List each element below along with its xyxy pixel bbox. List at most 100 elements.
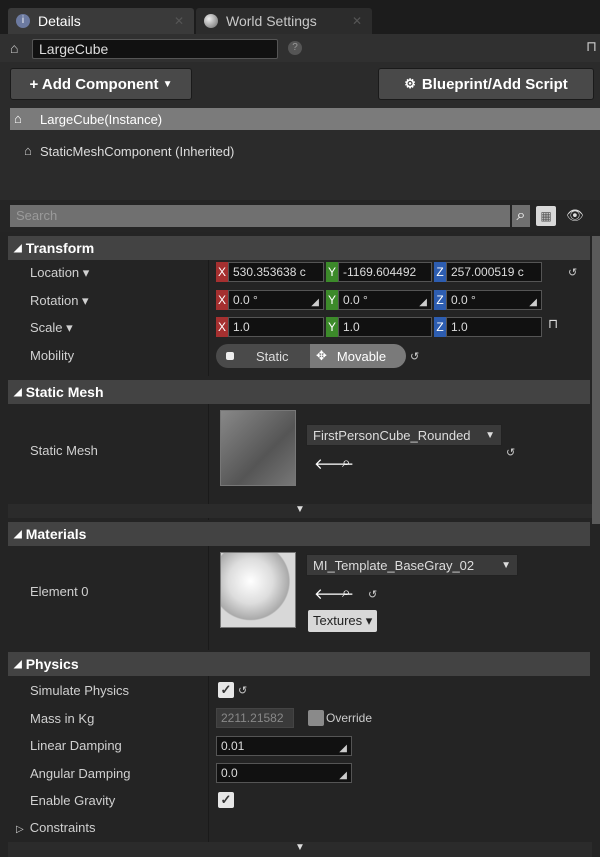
spin-icon: ◢ bbox=[311, 297, 319, 308]
collapse-icon: ◢ bbox=[14, 658, 22, 670]
tab-world-settings-label: World Settings bbox=[226, 13, 317, 29]
constraints-expander[interactable]: ▷ Constraints bbox=[16, 820, 95, 835]
scale-label-text: Scale bbox=[30, 320, 63, 335]
tab-details[interactable]: i Details ✕ bbox=[8, 8, 194, 34]
spin-icon: ◢ bbox=[339, 770, 347, 781]
divider bbox=[208, 404, 209, 520]
divider bbox=[208, 546, 209, 650]
location-z-field[interactable]: 257.000519 c bbox=[446, 262, 542, 282]
angular-damping-field[interactable]: 0.0 ◢ bbox=[216, 763, 352, 783]
rotation-x-field[interactable]: 0.0 ° ◢ bbox=[228, 290, 324, 310]
blueprint-label: Blueprint/Add Script bbox=[421, 75, 568, 93]
rotation-label[interactable]: Rotation ▾ bbox=[30, 293, 89, 309]
override-checkbox[interactable] bbox=[308, 710, 324, 726]
linear-damping-label: Linear Damping bbox=[30, 738, 122, 753]
scale-y-field[interactable]: 1.0 bbox=[338, 317, 432, 337]
scale-x-field[interactable]: 1.0 bbox=[228, 317, 324, 337]
angular-damping-value: 0.0 bbox=[221, 766, 238, 780]
static-icon bbox=[226, 352, 234, 360]
linear-damping-field[interactable]: 0.01 ◢ bbox=[216, 736, 352, 756]
mobility-movable-label: Movable bbox=[336, 348, 387, 364]
spin-icon: ◢ bbox=[339, 743, 347, 754]
section-transform-title: Transform bbox=[25, 240, 95, 256]
scale-z-field[interactable]: 1.0 bbox=[446, 317, 542, 337]
rotation-y-field[interactable]: 0.0 ° ◢ bbox=[338, 290, 432, 310]
simulate-physics-checkbox[interactable]: ✓ bbox=[218, 682, 234, 698]
tree-child-label: StaticMeshComponent (Inherited) bbox=[40, 143, 235, 159]
details-icon: i bbox=[16, 14, 30, 28]
search-icon[interactable]: ⌕ bbox=[512, 205, 530, 227]
eye-icon[interactable]: 👁 bbox=[566, 207, 584, 224]
collapse-icon: ◢ bbox=[14, 242, 22, 254]
lock-icon[interactable]: ⊓ bbox=[586, 38, 597, 55]
tab-details-label: Details bbox=[38, 13, 81, 29]
constraints-label: Constraints bbox=[29, 820, 96, 835]
mass-field: 2211.21582 bbox=[216, 708, 294, 728]
lock-icon[interactable]: ⊓ bbox=[548, 316, 558, 332]
spin-icon: ◢ bbox=[419, 297, 427, 308]
mass-label: Mass in Kg bbox=[30, 711, 95, 726]
spin-icon: ◢ bbox=[529, 297, 537, 308]
mobility-static-option[interactable]: Static bbox=[216, 344, 310, 368]
material-thumbnail[interactable] bbox=[220, 552, 296, 628]
rotation-z-field[interactable]: 0.0 ° ◢ bbox=[446, 290, 542, 310]
axis-y: Y bbox=[326, 262, 338, 282]
actor-name-input[interactable]: LargeCube bbox=[32, 39, 278, 59]
axis-x: X bbox=[216, 262, 228, 282]
browse-icon[interactable]: ⌕ bbox=[342, 454, 350, 471]
actor-icon: ⌂ bbox=[14, 111, 22, 126]
section-materials[interactable]: ◢ Materials bbox=[8, 522, 590, 546]
section-transform[interactable]: ◢ Transform bbox=[8, 236, 590, 260]
grid-icon[interactable]: ▦ bbox=[536, 206, 556, 226]
collapse-icon: ◢ bbox=[14, 528, 22, 540]
help-icon[interactable]: ? bbox=[288, 41, 302, 55]
axis-z: Z bbox=[434, 262, 446, 282]
static-mesh-dropdown[interactable]: FirstPersonCube_Rounded ▼ bbox=[306, 424, 502, 446]
expand-advanced[interactable]: ▼ bbox=[8, 842, 592, 857]
tree-item-static-mesh-component[interactable]: ⌂ StaticMeshComponent (Inherited) bbox=[10, 140, 234, 162]
component-icon: ⌂ bbox=[24, 143, 32, 158]
section-static-mesh[interactable]: ◢ Static Mesh bbox=[8, 380, 590, 404]
chevron-down-icon: ▼ bbox=[162, 78, 173, 90]
close-icon[interactable]: ✕ bbox=[174, 14, 184, 28]
world-icon bbox=[204, 14, 218, 28]
tab-world-settings[interactable]: World Settings ✕ bbox=[196, 8, 372, 34]
tree-item-root[interactable]: ⌂ LargeCube(Instance) bbox=[10, 108, 600, 130]
enable-gravity-checkbox[interactable]: ✓ bbox=[218, 792, 234, 808]
location-x-field[interactable]: 530.353638 c bbox=[228, 262, 324, 282]
scale-label[interactable]: Scale ▾ bbox=[30, 320, 73, 336]
reset-icon[interactable]: ↺ bbox=[506, 446, 515, 459]
material-dropdown[interactable]: MI_Template_BaseGray_02 ▼ bbox=[306, 554, 518, 576]
static-mesh-thumbnail[interactable] bbox=[220, 410, 296, 486]
mobility-static-label: Static bbox=[256, 348, 289, 364]
tree-root-label: LargeCube(Instance) bbox=[40, 111, 163, 127]
collapse-icon: ◢ bbox=[14, 386, 22, 398]
chevron-down-icon: ▼ bbox=[485, 429, 495, 441]
location-y-field[interactable]: -1169.604492 bbox=[338, 262, 432, 282]
close-icon[interactable]: ✕ bbox=[352, 14, 362, 28]
reset-icon[interactable]: ↺ bbox=[238, 684, 247, 697]
reset-icon[interactable]: ↺ bbox=[568, 266, 577, 279]
enable-gravity-label: Enable Gravity bbox=[30, 793, 116, 808]
axis-x: X bbox=[216, 317, 228, 337]
expand-advanced[interactable]: ▼ bbox=[8, 504, 592, 518]
section-physics-title: Physics bbox=[25, 656, 79, 672]
section-physics[interactable]: ◢ Physics bbox=[8, 652, 590, 676]
rotation-x-value: 0.0 ° bbox=[233, 293, 258, 307]
axis-z: Z bbox=[434, 290, 446, 310]
axis-y: Y bbox=[326, 317, 338, 337]
scrollbar[interactable] bbox=[592, 236, 600, 524]
search-input[interactable]: Search bbox=[10, 205, 510, 227]
reset-icon[interactable]: ↺ bbox=[410, 350, 419, 363]
browse-icon[interactable]: ⌕ bbox=[342, 584, 350, 601]
axis-z: Z bbox=[434, 317, 446, 337]
reset-icon[interactable]: ↺ bbox=[368, 588, 377, 601]
add-component-button[interactable]: + Add Component ▼ bbox=[10, 68, 192, 100]
chevron-down-icon: ▼ bbox=[501, 559, 511, 571]
blueprint-add-script-button[interactable]: ⚙ Blueprint/Add Script bbox=[378, 68, 594, 100]
location-label[interactable]: Location ▾ bbox=[30, 265, 89, 281]
location-label-text: Location bbox=[30, 265, 80, 280]
textures-button[interactable]: Textures ▾ bbox=[308, 610, 378, 632]
mobility-movable-option[interactable]: ✥ Movable bbox=[310, 344, 406, 368]
actor-icon: ⌂ bbox=[10, 40, 19, 56]
